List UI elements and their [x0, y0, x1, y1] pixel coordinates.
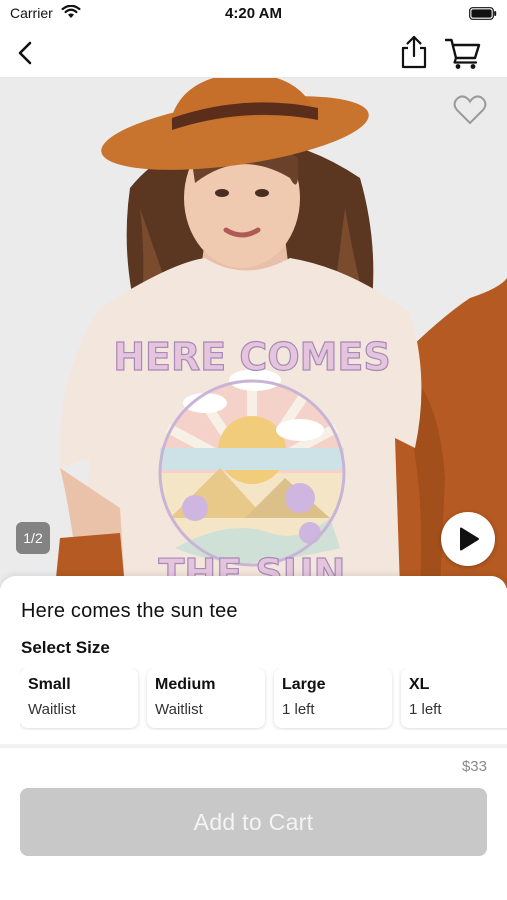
size-stock: 1 left — [282, 701, 315, 718]
size-name: Medium — [155, 676, 216, 693]
play-video-button[interactable] — [441, 512, 495, 566]
size-option-large[interactable]: Large 1 left — [274, 668, 392, 728]
shirt-print-top: HERE COMES — [113, 335, 391, 379]
size-heading: Select Size — [21, 638, 110, 657]
product-image-gallery[interactable]: HERE COMES THE SUN 1/2 — [0, 78, 507, 588]
back-button[interactable] — [12, 38, 42, 68]
favorite-button[interactable] — [452, 94, 488, 126]
cart-icon — [444, 38, 481, 69]
price-label: $33 — [461, 758, 487, 775]
play-icon — [460, 527, 479, 551]
nav-bar — [0, 28, 507, 78]
size-name: Large — [282, 676, 326, 693]
size-stock: 1 left — [409, 701, 442, 718]
size-name: XL — [409, 676, 430, 693]
size-option-small[interactable]: Small Waitlist — [20, 668, 138, 728]
size-stock: Waitlist — [28, 701, 76, 718]
status-time: 4:20 AM — [225, 5, 282, 22]
product-details-sheet: Here comes the sun tee Select Size Small… — [0, 576, 507, 748]
share-icon — [401, 35, 427, 69]
product-title: Here comes the sun tee — [21, 600, 238, 622]
product-photo: HERE COMES THE SUN — [0, 78, 507, 588]
battery-icon — [469, 7, 497, 25]
image-counter: 1/2 — [16, 522, 50, 554]
add-to-cart-button[interactable]: Add to Cart — [20, 788, 487, 856]
size-option-xl[interactable]: XL 1 left — [401, 668, 507, 728]
size-selector[interactable]: Small Waitlist Medium Waitlist Large 1 l… — [20, 668, 507, 730]
status-bar: Carrier 4:20 AM — [0, 0, 507, 28]
divider — [0, 744, 507, 748]
heart-outline-icon — [453, 95, 487, 125]
size-stock: Waitlist — [155, 701, 203, 718]
size-option-medium[interactable]: Medium Waitlist — [147, 668, 265, 728]
share-button[interactable] — [398, 34, 430, 70]
cart-button[interactable] — [444, 36, 482, 70]
chevron-left-icon — [18, 41, 32, 65]
size-name: Small — [28, 676, 71, 693]
